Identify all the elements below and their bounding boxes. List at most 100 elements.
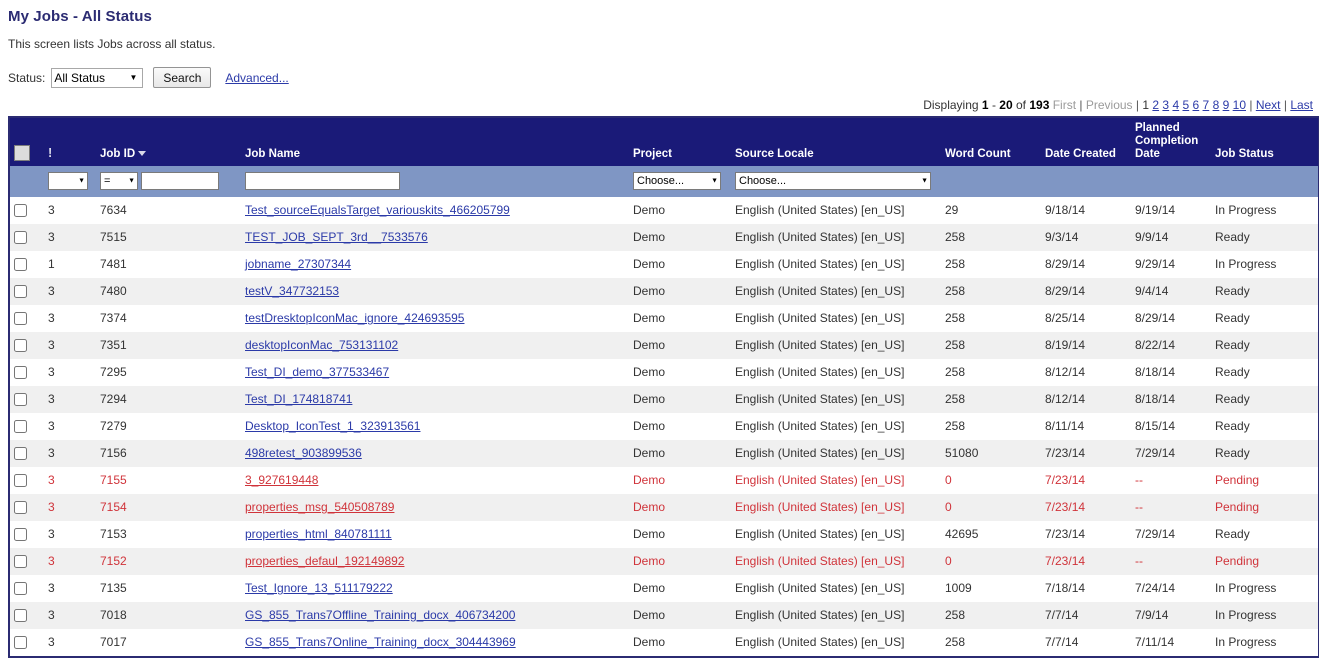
- job-name-link[interactable]: testV_347732153: [245, 284, 339, 298]
- job-name-cell: GS_855_Trans7Offline_Training_docx_40673…: [241, 601, 629, 629]
- job-name-link[interactable]: 3_927619448: [245, 473, 318, 487]
- job-status-cell: In Progress: [1211, 601, 1318, 629]
- pagination-first: First: [1052, 98, 1077, 112]
- pagination-last[interactable]: Last: [1290, 98, 1313, 112]
- pagination-page-5[interactable]: 5: [1182, 98, 1189, 112]
- job-name-link[interactable]: Test_DI_174818741: [245, 392, 352, 406]
- job-name-header[interactable]: Job Name: [241, 118, 629, 166]
- source-locale-cell: English (United States) [en_US]: [731, 250, 941, 278]
- pagination-next[interactable]: Next: [1256, 98, 1281, 112]
- row-select-checkbox[interactable]: [14, 447, 27, 461]
- status-select[interactable]: All Status: [51, 67, 144, 88]
- row-select-checkbox[interactable]: [14, 609, 27, 623]
- filter-cell-job-name: [241, 165, 629, 197]
- job-name-link[interactable]: properties_msg_540508789: [245, 500, 394, 514]
- table-row: 3 7135 Test_Ignore_13_511179222 Demo English…: [10, 574, 1318, 602]
- planned-completion-date-cell: 9/4/14: [1131, 277, 1211, 305]
- project-header[interactable]: Project: [629, 118, 731, 166]
- source-locale-cell: English (United States) [en_US]: [731, 547, 941, 575]
- source-locale-cell: English (United States) [en_US]: [731, 574, 941, 602]
- pagination-page-7[interactable]: 7: [1203, 98, 1210, 112]
- priority-filter-select[interactable]: [48, 171, 88, 190]
- job-status-cell: Pending: [1211, 547, 1318, 575]
- priority-cell: 3: [44, 331, 96, 359]
- job-id-cell: 7017: [96, 628, 241, 656]
- priority-cell: 3: [44, 628, 96, 656]
- priority-cell: 1: [44, 250, 96, 278]
- row-select-checkbox[interactable]: [14, 501, 27, 515]
- row-select-checkbox[interactable]: [14, 582, 27, 596]
- row-select-checkbox[interactable]: [14, 636, 27, 650]
- job-name-link[interactable]: properties_defaul_192149892: [245, 554, 404, 568]
- pagination-page-8[interactable]: 8: [1213, 98, 1220, 112]
- row-select-checkbox[interactable]: [14, 258, 27, 272]
- search-button[interactable]: Search: [153, 67, 212, 88]
- row-select-checkbox[interactable]: [14, 339, 27, 353]
- select-all-header[interactable]: [10, 118, 44, 166]
- date-created-header[interactable]: Date Created: [1041, 118, 1131, 166]
- pagination-page-3[interactable]: 3: [1162, 98, 1169, 112]
- planned-completion-date-header[interactable]: Planned Completion Date: [1131, 118, 1211, 166]
- job-name-link[interactable]: GS_855_Trans7Online_Training_docx_304443…: [245, 635, 516, 649]
- job-name-filter-input[interactable]: [245, 171, 400, 190]
- word-count-header[interactable]: Word Count: [941, 118, 1041, 166]
- job-name-link[interactable]: TEST_JOB_SEPT_3rd__7533576: [245, 230, 428, 244]
- word-count-cell: 0: [941, 466, 1041, 494]
- job-id-operator-select[interactable]: =: [100, 171, 138, 190]
- date-created-cell: 7/23/14: [1041, 466, 1131, 494]
- job-name-cell: jobname_27307344: [241, 250, 629, 278]
- range-start: 1: [981, 98, 989, 112]
- row-select-checkbox[interactable]: [14, 204, 27, 218]
- row-select-checkbox[interactable]: [14, 393, 27, 407]
- job-name-link[interactable]: jobname_27307344: [245, 257, 351, 271]
- word-count-cell: 0: [941, 547, 1041, 575]
- row-select-checkbox[interactable]: [14, 312, 27, 326]
- range-end: 20: [999, 98, 1013, 112]
- pagination-page-9[interactable]: 9: [1223, 98, 1230, 112]
- job-name-link[interactable]: testDresktopIconMac_ignore_424693595: [245, 311, 464, 325]
- pagination-page-2[interactable]: 2: [1152, 98, 1159, 112]
- table-row: 3 7295 Test_DI_demo_377533467 Demo English (…: [10, 358, 1318, 386]
- job-name-link[interactable]: properties_html_840781111: [245, 527, 392, 541]
- job-status-cell: Ready: [1211, 412, 1318, 440]
- pagination-page-links: 1 2 3 4 5 6 7 8 9 10: [1142, 98, 1249, 112]
- search-toolbar: Status: All Status ▼ Search Advanced...: [0, 51, 1321, 88]
- job-name-link[interactable]: GS_855_Trans7Offline_Training_docx_40673…: [245, 608, 515, 622]
- row-select-checkbox[interactable]: [14, 231, 27, 245]
- pagination-page-10[interactable]: 10: [1233, 98, 1246, 112]
- project-filter-select[interactable]: Choose...: [633, 171, 721, 190]
- job-id-header[interactable]: Job ID: [96, 118, 241, 166]
- pagination-page-6[interactable]: 6: [1193, 98, 1200, 112]
- row-select-checkbox[interactable]: [14, 528, 27, 542]
- job-status-cell: Ready: [1211, 520, 1318, 548]
- job-status-header[interactable]: Job Status: [1211, 118, 1318, 166]
- job-name-link[interactable]: Desktop_IconTest_1_323913561: [245, 419, 420, 433]
- row-select-checkbox[interactable]: [14, 285, 27, 299]
- job-status-cell: In Progress: [1211, 574, 1318, 602]
- row-select-checkbox[interactable]: [14, 366, 27, 380]
- priority-header[interactable]: !: [44, 118, 96, 166]
- table-row: 3 7279 Desktop_IconTest_1_323913561 Demo Eng…: [10, 412, 1318, 440]
- job-name-link[interactable]: desktopIconMac_753131102: [245, 338, 398, 352]
- job-name-link[interactable]: Test_Ignore_13_511179222: [245, 581, 393, 595]
- job-name-link[interactable]: Test_DI_demo_377533467: [245, 365, 389, 379]
- date-created-cell: 7/18/14: [1041, 574, 1131, 602]
- row-select-checkbox[interactable]: [14, 555, 27, 569]
- date-created-cell: 7/7/14: [1041, 601, 1131, 629]
- job-name-link[interactable]: Test_sourceEqualsTarget_variouskits_4662…: [245, 203, 510, 217]
- pagination-page-current: 1: [1142, 98, 1150, 112]
- job-name-link[interactable]: 498retest_903899536: [245, 446, 362, 460]
- job-id-filter-input[interactable]: [141, 171, 220, 190]
- date-created-cell: 7/23/14: [1041, 493, 1131, 521]
- date-created-cell: 8/29/14: [1041, 277, 1131, 305]
- source-locale-filter-select[interactable]: Choose...: [735, 171, 931, 190]
- pagination: Displaying 1 - 20 of 193 First | Previou…: [923, 98, 1313, 112]
- row-select-checkbox[interactable]: [14, 420, 27, 434]
- job-status-cell: Ready: [1211, 358, 1318, 386]
- select-all-checkbox[interactable]: [14, 144, 30, 161]
- planned-completion-date-cell: 8/22/14: [1131, 331, 1211, 359]
- row-select-checkbox[interactable]: [14, 474, 27, 488]
- source-locale-header[interactable]: Source Locale: [731, 118, 941, 166]
- advanced-search-link[interactable]: Advanced...: [225, 71, 288, 85]
- pagination-page-4[interactable]: 4: [1172, 98, 1179, 112]
